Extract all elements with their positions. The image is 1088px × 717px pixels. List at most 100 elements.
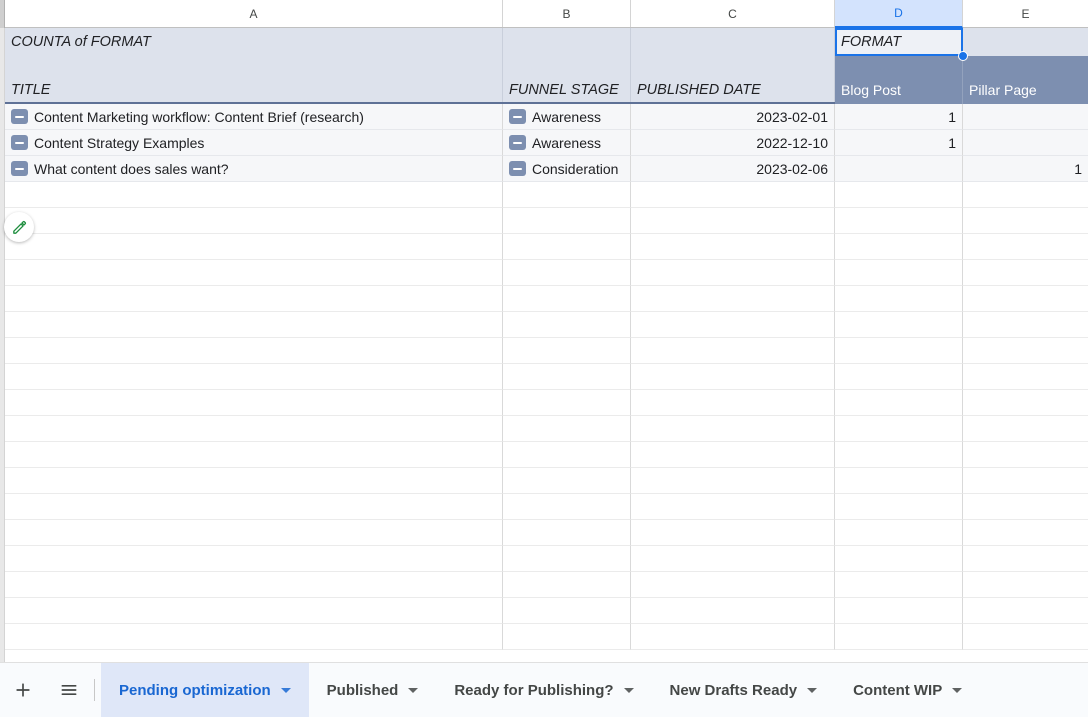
empty-cell[interactable] <box>5 494 503 520</box>
empty-cell[interactable] <box>631 364 835 390</box>
empty-cell[interactable] <box>963 312 1088 338</box>
cell-e1[interactable] <box>963 28 1088 56</box>
empty-cell[interactable] <box>503 286 631 312</box>
empty-cell[interactable] <box>503 624 631 650</box>
empty-cell[interactable] <box>5 546 503 572</box>
empty-cell[interactable] <box>835 494 963 520</box>
cell-pillar-page-count[interactable] <box>963 104 1088 130</box>
empty-cell[interactable] <box>835 572 963 598</box>
empty-cell[interactable] <box>503 546 631 572</box>
empty-cell[interactable] <box>5 312 503 338</box>
cell-c2-published-date-header[interactable]: PUBLISHED DATE <box>631 56 835 104</box>
empty-cell[interactable] <box>503 442 631 468</box>
empty-cell[interactable] <box>631 520 835 546</box>
empty-cell[interactable] <box>503 312 631 338</box>
empty-cell[interactable] <box>963 520 1088 546</box>
collapse-group-icon[interactable] <box>509 109 526 124</box>
sheet-tab-new-drafts-ready[interactable]: New Drafts Ready <box>652 663 836 717</box>
empty-cell[interactable] <box>503 598 631 624</box>
sheet-tab-ready-for-publishing[interactable]: Ready for Publishing? <box>436 663 651 717</box>
empty-cell[interactable] <box>963 364 1088 390</box>
empty-cell[interactable] <box>503 520 631 546</box>
fill-handle[interactable] <box>958 51 968 61</box>
chevron-down-icon[interactable] <box>807 687 818 693</box>
collapse-group-icon[interactable] <box>509 135 526 150</box>
empty-cell[interactable] <box>5 390 503 416</box>
empty-cell[interactable] <box>835 182 963 208</box>
empty-cell[interactable] <box>503 494 631 520</box>
cell-blog-post-count[interactable]: 1 <box>835 104 963 130</box>
empty-cell[interactable] <box>835 286 963 312</box>
empty-cell[interactable] <box>631 598 835 624</box>
empty-cell[interactable] <box>5 598 503 624</box>
empty-cell[interactable] <box>631 286 835 312</box>
column-header-d[interactable]: D <box>835 0 963 28</box>
cell-published-date[interactable]: 2022-12-10 <box>631 130 835 156</box>
empty-cell[interactable] <box>835 338 963 364</box>
empty-cell[interactable] <box>503 260 631 286</box>
collapse-group-icon[interactable] <box>11 161 28 176</box>
add-sheet-button[interactable] <box>0 663 46 717</box>
empty-cell[interactable] <box>631 494 835 520</box>
empty-cell[interactable] <box>631 572 835 598</box>
empty-cell[interactable] <box>5 520 503 546</box>
empty-cell[interactable] <box>835 520 963 546</box>
empty-cell[interactable] <box>963 468 1088 494</box>
cell-funnel-stage[interactable]: Awareness <box>503 130 631 156</box>
empty-cell[interactable] <box>835 442 963 468</box>
empty-cell[interactable] <box>631 624 835 650</box>
collapse-group-icon[interactable] <box>11 109 28 124</box>
empty-cell[interactable] <box>5 624 503 650</box>
empty-cell[interactable] <box>5 286 503 312</box>
empty-cell[interactable] <box>835 364 963 390</box>
empty-cell[interactable] <box>503 208 631 234</box>
empty-cell[interactable] <box>835 390 963 416</box>
cell-pillar-page-count[interactable] <box>963 130 1088 156</box>
empty-cell[interactable] <box>631 260 835 286</box>
cell-title[interactable]: Content Strategy Examples <box>5 130 503 156</box>
cell-published-date[interactable]: 2023-02-06 <box>631 156 835 182</box>
empty-cell[interactable] <box>835 416 963 442</box>
empty-cell[interactable] <box>5 468 503 494</box>
empty-cell[interactable] <box>631 338 835 364</box>
chevron-down-icon[interactable] <box>623 687 634 693</box>
empty-cell[interactable] <box>963 416 1088 442</box>
empty-cell[interactable] <box>835 598 963 624</box>
collapse-group-icon[interactable] <box>509 161 526 176</box>
empty-cell[interactable] <box>503 468 631 494</box>
empty-cell[interactable] <box>963 208 1088 234</box>
empty-cell[interactable] <box>503 364 631 390</box>
empty-cell[interactable] <box>963 624 1088 650</box>
sheet-tab-published[interactable]: Published <box>309 663 437 717</box>
empty-cell[interactable] <box>631 390 835 416</box>
empty-cell[interactable] <box>5 208 503 234</box>
chevron-down-icon[interactable] <box>952 687 963 693</box>
empty-cell[interactable] <box>631 442 835 468</box>
cell-blog-post-count[interactable] <box>835 156 963 182</box>
empty-cell[interactable] <box>963 546 1088 572</box>
empty-cell[interactable] <box>631 468 835 494</box>
column-header-e[interactable]: E <box>963 0 1088 27</box>
collapse-group-icon[interactable] <box>11 135 28 150</box>
empty-cell[interactable] <box>835 546 963 572</box>
chevron-down-icon[interactable] <box>280 687 291 693</box>
empty-cell[interactable] <box>835 234 963 260</box>
empty-cell[interactable] <box>503 182 631 208</box>
empty-cell[interactable] <box>835 312 963 338</box>
empty-cell[interactable] <box>631 208 835 234</box>
empty-cell[interactable] <box>5 442 503 468</box>
cell-d1-selected[interactable]: FORMAT <box>835 28 963 56</box>
empty-cell[interactable] <box>835 468 963 494</box>
chevron-down-icon[interactable] <box>408 687 419 693</box>
cell-funnel-stage[interactable]: Consideration <box>503 156 631 182</box>
empty-cell[interactable] <box>631 546 835 572</box>
empty-cell[interactable] <box>631 312 835 338</box>
cell-c1[interactable] <box>631 28 835 56</box>
all-sheets-button[interactable] <box>46 663 92 717</box>
empty-cell[interactable] <box>631 234 835 260</box>
empty-cell[interactable] <box>503 416 631 442</box>
empty-cell[interactable] <box>963 260 1088 286</box>
empty-cell[interactable] <box>5 234 503 260</box>
empty-cell[interactable] <box>503 234 631 260</box>
cell-pillar-page-count[interactable]: 1 <box>963 156 1088 182</box>
